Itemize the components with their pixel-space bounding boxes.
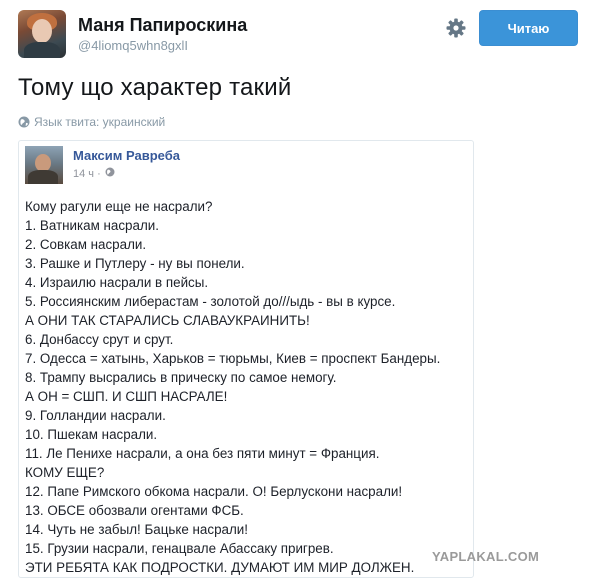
tweet-language[interactable]: Язык твита: украинский [18,115,165,129]
post-line: 4. Израилю насрали в пейсы. [25,275,209,290]
post-line: А ОНИ ТАК СТАРАЛИСЬ СЛАВАУКРАИНИТЬ! [25,313,310,328]
tweet-language-label: Язык твита: украинский [34,115,166,129]
post-body: Кому рагули еще не насрали? 1. Ватникам … [25,197,440,577]
follow-button[interactable]: Читаю [479,10,578,46]
post-line: 13. ОБСЕ обозвали огентами ФСБ. [25,503,244,518]
post-line: 9. Голландии насрали. [25,408,166,423]
post-line: 1. Ватникам насрали. [25,218,159,233]
post-line: 6. Донбассу срут и срут. [25,332,174,347]
post-line: 2. Совкам насрали. [25,237,147,252]
post-line: ЭТИ РЕБЯТА КАК ПОДРОСТКИ. ДУМАЮТ ИМ МИР … [25,560,415,575]
post-line: 11. Ле Пенихе насрали, а она без пяти ми… [25,446,380,461]
embedded-post-card: Максим Равреба 14 ч · Кому рагули еще не… [18,140,474,578]
post-time-label: 14 ч · [73,167,101,180]
profile-name[interactable]: Маня Папироскина [78,15,247,36]
avatar-body [24,42,60,58]
gear-icon[interactable] [444,16,468,40]
post-line: 14. Чуть не забыл! Бацьке насрали! [25,522,248,537]
avatar-face [32,19,52,43]
profile-avatar[interactable] [18,10,66,58]
post-line: 3. Рашке и Путлеру - ну вы понели. [25,256,245,271]
post-line: 12. Папе Римского обкома насрали. О! Бер… [25,484,403,499]
site-watermark: YAPLAKAL.COM [432,549,540,564]
post-avatar-torso [28,170,58,184]
tweet-text: Тому що характер такий [18,74,292,101]
post-line: 10. Пшекам насрали. [25,427,158,442]
post-line: Кому рагули еще не насрали? [25,199,213,214]
post-line: 5. Россиянским либерастам - золотой до//… [25,294,396,309]
post-line: 7. Одесса = хатынь, Харьков = тюрьмы, Ки… [25,351,441,366]
post-author-avatar [25,146,63,184]
post-timestamp: 14 ч · [73,167,115,180]
post-author-name: Максим Равреба [73,148,180,163]
public-globe-icon [105,167,115,180]
globe-icon [18,116,30,128]
post-line: 8. Трампу высрались в прическу по самое … [25,370,337,385]
post-line: 15. Грузии насрали, генацвале Абассаку п… [25,541,334,556]
post-line: КОМУ ЕЩЕ? [25,465,105,480]
post-line: А ОН = СШП. И СШП НАСРАЛЕ! [25,389,228,404]
profile-handle[interactable]: @4liomq5whn8gxlI [78,38,188,53]
